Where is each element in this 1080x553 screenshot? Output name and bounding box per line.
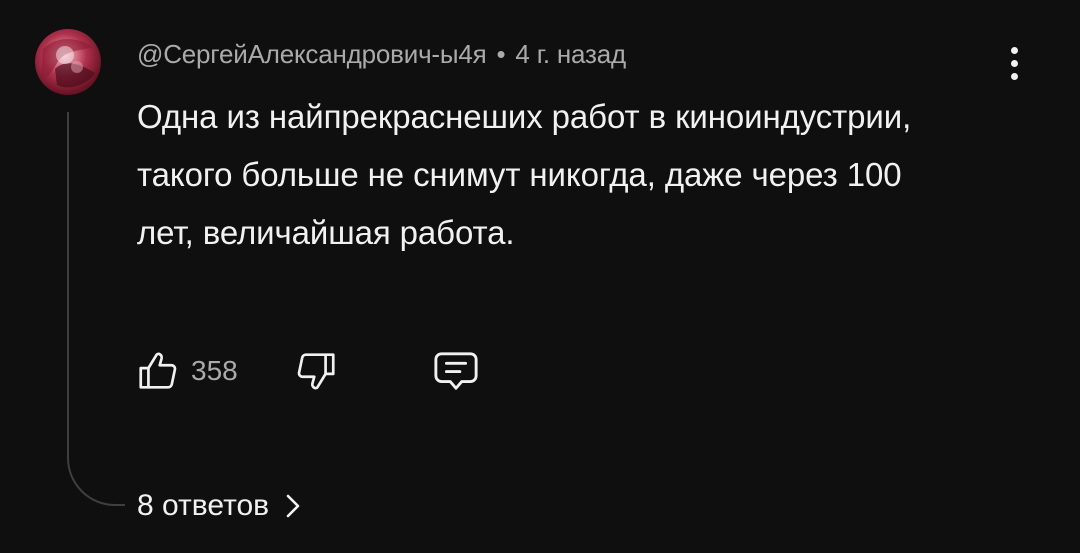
view-replies-button[interactable]: 8 ответов xyxy=(137,484,303,528)
replies-label: 8 ответов xyxy=(137,489,270,522)
thumb-down-icon xyxy=(297,353,335,390)
comment-text: Одна из найпрекраснеших работ в киноинду… xyxy=(137,98,912,251)
reply-button[interactable] xyxy=(431,348,481,394)
thumb-up-icon xyxy=(139,352,177,389)
avatar-image xyxy=(41,38,95,88)
chevron-right-icon xyxy=(286,494,300,518)
more-options-button[interactable] xyxy=(1000,40,1028,86)
comment-thread: @СергейАлександрович-ы4я • 4 г. назад Одна… xyxy=(0,0,1080,553)
like-count: 358 xyxy=(191,355,238,386)
thread-line xyxy=(67,112,125,506)
avatar[interactable] xyxy=(35,29,101,95)
more-vert-icon xyxy=(1010,46,1018,80)
comment-meta: @СергейАлександрович-ы4я • 4 г. назад xyxy=(137,39,626,70)
comment-icon xyxy=(434,352,478,390)
dislike-button[interactable] xyxy=(293,348,339,394)
like-button[interactable] xyxy=(135,348,181,394)
author-name[interactable]: @СергейАлександрович-ы4я xyxy=(137,39,487,69)
comment-time: 4 г. назад xyxy=(515,39,626,69)
meta-separator: • xyxy=(496,39,506,69)
